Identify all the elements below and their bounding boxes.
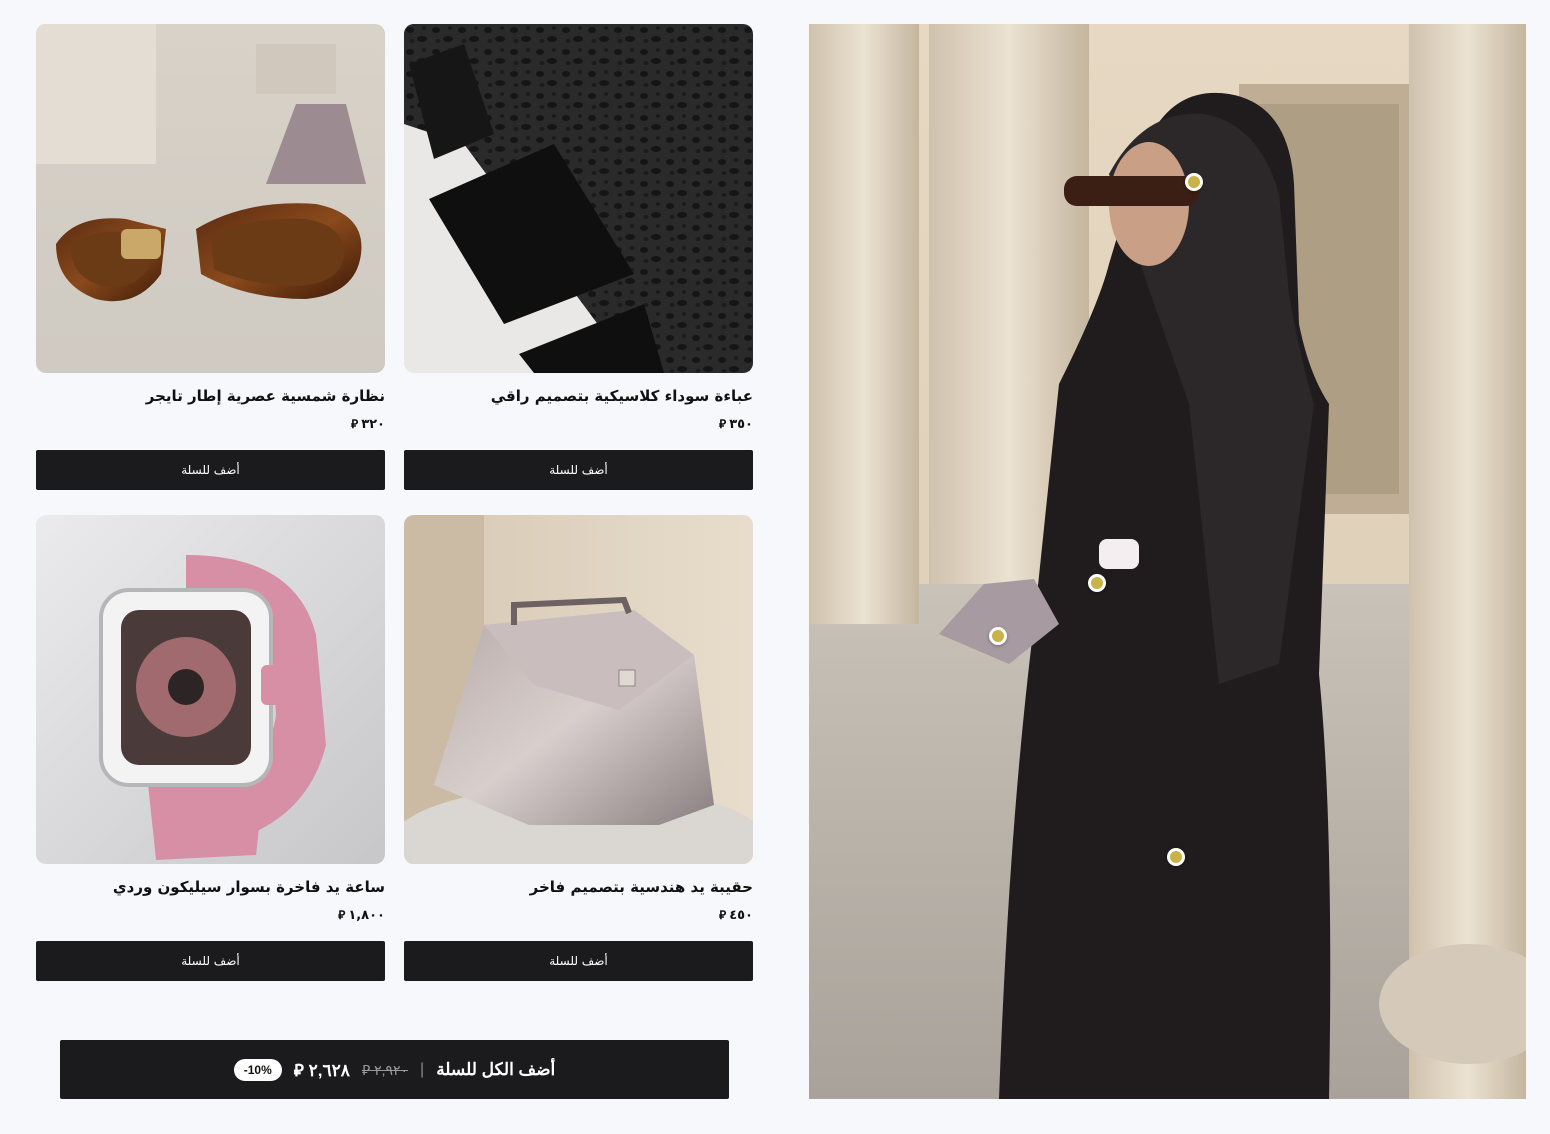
divider: | xyxy=(420,1060,425,1078)
add-to-cart-button[interactable]: أضف للسلة xyxy=(404,941,753,981)
product-card-watch[interactable]: ساعة يد فاخرة بسوار سيليكون وردي ١,٨٠٠ ⃁… xyxy=(36,515,385,981)
hotspot-handbag[interactable] xyxy=(989,627,1007,645)
add-to-cart-button[interactable]: أضف للسلة xyxy=(404,450,753,490)
product-price: ٣٥٠ ⃁ xyxy=(719,416,753,432)
product-price: ٣٢٠ ⃁ xyxy=(351,416,385,432)
original-price: ٢,٩٢٠ ⃁ xyxy=(361,1061,409,1078)
product-image-handbag[interactable] xyxy=(404,515,753,864)
product-title[interactable]: ساعة يد فاخرة بسوار سيليكون وردي xyxy=(36,878,385,898)
riyal-icon: ⃁ xyxy=(719,907,727,922)
lookbook-hero-image xyxy=(809,24,1526,1099)
add-all-label: أضف الكل للسلة xyxy=(436,1059,556,1079)
riyal-icon: ⃁ xyxy=(293,1060,304,1080)
product-price: ١,٨٠٠ ⃁ xyxy=(338,907,385,923)
riyal-icon: ⃁ xyxy=(719,416,727,431)
add-all-to-cart-button[interactable]: أضف الكل للسلة | ٢,٩٢٠ ⃁ ٢,٦٢٨ ⃁ -10% xyxy=(60,1040,729,1099)
product-card-abaya[interactable]: عباءة سوداء كلاسيكية بتصميم راقي ٣٥٠ ⃁ أ… xyxy=(404,24,753,490)
riyal-icon: ⃁ xyxy=(338,907,346,922)
hotspot-sunglasses[interactable] xyxy=(1185,173,1203,191)
discount-badge: -10% xyxy=(233,1058,282,1081)
product-title[interactable]: نظارة شمسية عصرية إطار تايجر xyxy=(36,387,385,407)
product-title[interactable]: عباءة سوداء كلاسيكية بتصميم راقي xyxy=(404,387,753,407)
product-image-abaya[interactable] xyxy=(404,24,753,373)
add-to-cart-button[interactable]: أضف للسلة xyxy=(36,450,385,490)
product-title[interactable]: حقيبة يد هندسية بتصميم فاخر xyxy=(404,878,753,898)
hotspot-watch[interactable] xyxy=(1088,574,1106,592)
riyal-icon: ⃁ xyxy=(351,416,359,431)
total-price: ٢,٦٢٨ ⃁ xyxy=(293,1060,350,1080)
product-card-handbag[interactable]: حقيبة يد هندسية بتصميم فاخر ٤٥٠ ⃁ أضف لل… xyxy=(404,515,753,981)
product-image-sunglasses[interactable] xyxy=(36,24,385,373)
hotspot-abaya[interactable] xyxy=(1167,848,1185,866)
product-card-sunglasses[interactable]: نظارة شمسية عصرية إطار تايجر ٣٢٠ ⃁ أضف ل… xyxy=(36,24,385,490)
product-image-watch[interactable] xyxy=(36,515,385,864)
riyal-icon: ⃁ xyxy=(361,1061,371,1078)
add-to-cart-button[interactable]: أضف للسلة xyxy=(36,941,385,981)
product-price: ٤٥٠ ⃁ xyxy=(719,907,753,923)
